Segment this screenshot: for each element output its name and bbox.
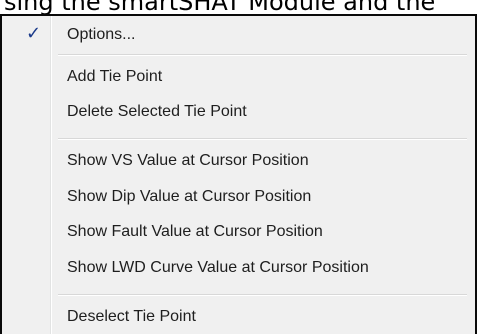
menu-item-show-vs-value[interactable]: Show VS Value at Cursor Position [6,146,471,176]
screen: sing the smartSHAT Module and the ✓ Opti… [0,0,481,334]
menu-separator [58,138,467,140]
menu-item-show-lwd-curve-value-label: Show LWD Curve Value at Cursor Position [67,259,369,276]
menu-item-show-lwd-curve-value[interactable]: Show LWD Curve Value at Cursor Position [6,253,471,283]
menu-item-show-fault-value-label: Show Fault Value at Cursor Position [67,223,323,240]
menu-item-options-label: Options... [67,26,136,43]
menu-item-show-vs-value-label: Show VS Value at Cursor Position [67,152,309,169]
checkmark-icon: ✓ [26,23,42,44]
menu-item-add-tie-point-label: Add Tie Point [67,68,163,85]
context-menu: ✓ Options... Add Tie Point Delete Select… [0,14,477,334]
menu-item-delete-selected-tie-point[interactable]: Delete Selected Tie Point [6,97,471,127]
menu-item-add-tie-point[interactable]: Add Tie Point [6,62,471,92]
menu-item-show-fault-value[interactable]: Show Fault Value at Cursor Position [6,217,471,247]
menu-item-show-dip-value-label: Show Dip Value at Cursor Position [67,188,312,205]
context-menu-body: ✓ Options... Add Tie Point Delete Select… [4,16,473,334]
menu-item-deselect-tie-point-label: Deselect Tie Point [67,308,196,325]
menu-item-delete-selected-tie-point-label: Delete Selected Tie Point [67,103,247,120]
menu-separator [58,54,467,56]
menu-item-deselect-tie-point[interactable]: Deselect Tie Point [6,302,471,332]
menu-item-options[interactable]: ✓ Options... [6,20,471,50]
menu-item-show-dip-value[interactable]: Show Dip Value at Cursor Position [6,182,471,212]
menu-separator [58,294,467,296]
